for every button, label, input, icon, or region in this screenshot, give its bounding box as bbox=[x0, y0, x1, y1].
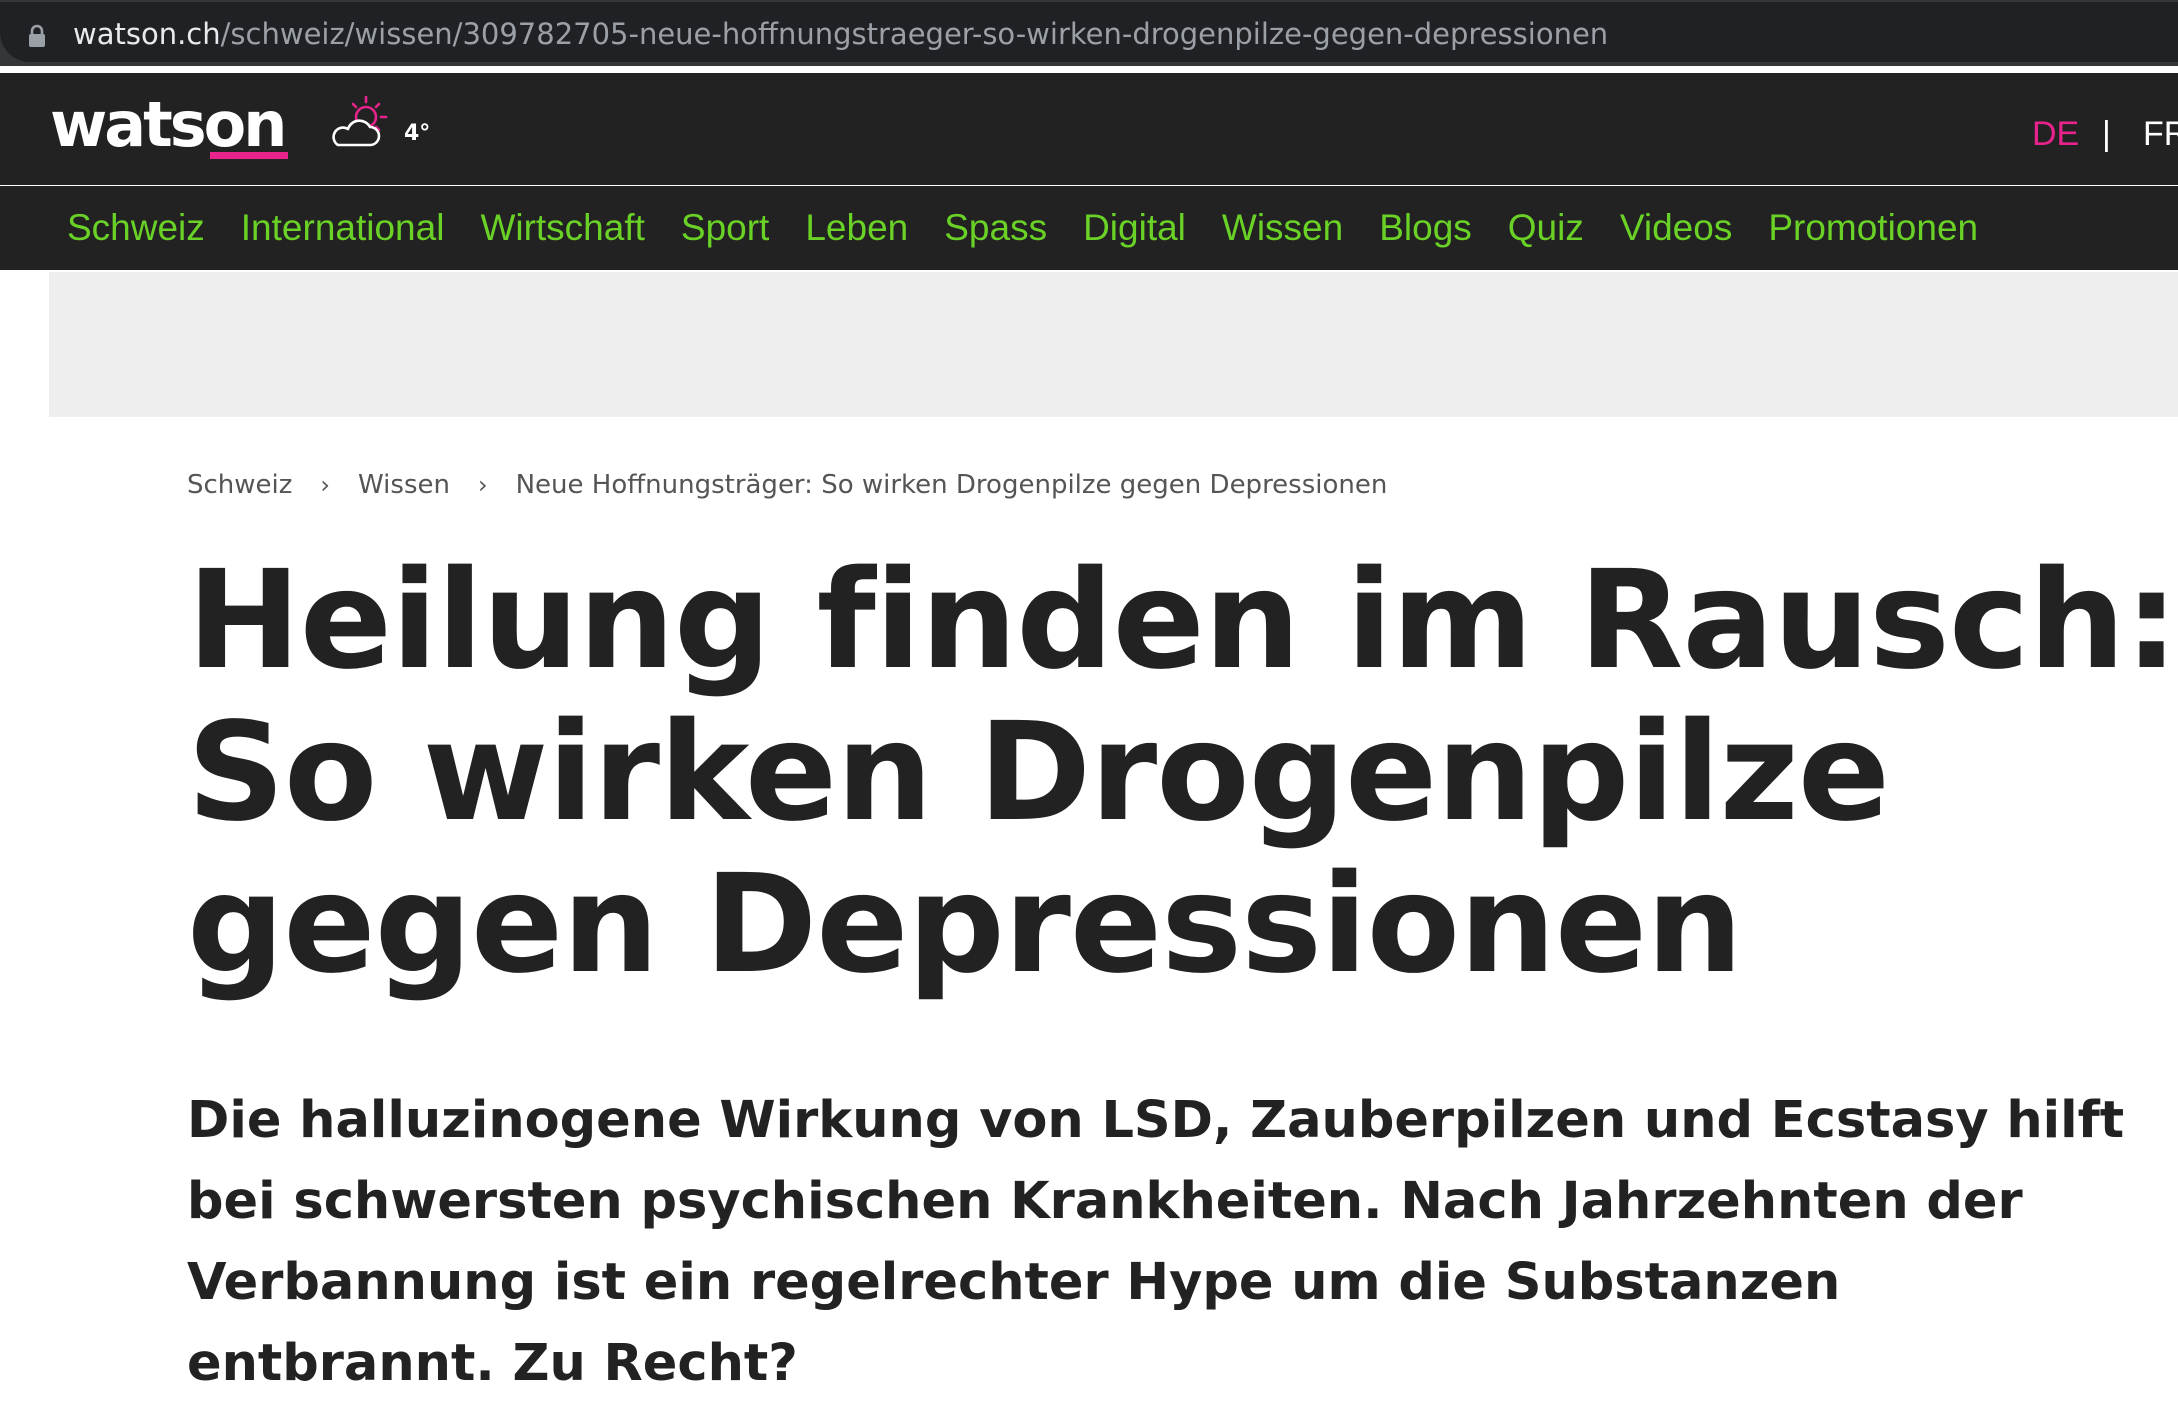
site-header: watson 4° DE | FR bbox=[0, 73, 2178, 185]
breadcrumb-separator: › bbox=[477, 471, 488, 499]
nav-item-blogs[interactable]: Blogs bbox=[1379, 206, 1472, 250]
language-separator: | bbox=[2102, 115, 2111, 153]
article-headline: Heilung finden im Rausch: So wirken Drog… bbox=[187, 542, 2178, 1004]
nav-item-promotionen[interactable]: Promotionen bbox=[1768, 206, 1978, 250]
language-de-link[interactable]: DE bbox=[2032, 115, 2079, 154]
article-lead: Die halluzinogene Wirkung von LSD, Zaube… bbox=[187, 1091, 2125, 1393]
browser-address-bar: watson.ch/schweiz/wissen/309782705-neue-… bbox=[0, 0, 2178, 66]
nav-item-schweiz[interactable]: Schweiz bbox=[67, 206, 205, 250]
nav-item-sport[interactable]: Sport bbox=[681, 206, 769, 250]
nav-item-wissen[interactable]: Wissen bbox=[1222, 206, 1343, 250]
breadcrumb: Schweiz › Wissen › Neue Hoffnungsträger:… bbox=[187, 470, 1387, 500]
nav-item-wirtschaft[interactable]: Wirtschaft bbox=[480, 206, 644, 250]
nav-list: Schweiz International Wirtschaft Sport L… bbox=[67, 206, 2014, 250]
breadcrumb-separator: › bbox=[320, 471, 331, 499]
nav-item-videos[interactable]: Videos bbox=[1620, 206, 1732, 250]
lock-icon[interactable] bbox=[27, 24, 47, 48]
breadcrumb-item-schweiz[interactable]: Schweiz bbox=[187, 470, 292, 500]
logo-underline bbox=[210, 152, 288, 159]
url-field[interactable]: watson.ch/schweiz/wissen/309782705-neue-… bbox=[0, 2, 2178, 62]
nav-item-spass[interactable]: Spass bbox=[944, 206, 1047, 250]
nav-item-digital[interactable]: Digital bbox=[1083, 206, 1186, 250]
url-domain: watson.ch bbox=[73, 17, 221, 51]
nav-item-international[interactable]: International bbox=[241, 206, 445, 250]
main-nav: Schweiz International Wirtschaft Sport L… bbox=[0, 186, 2178, 270]
nav-item-leben[interactable]: Leben bbox=[805, 206, 908, 250]
url-text[interactable]: watson.ch/schweiz/wissen/309782705-neue-… bbox=[73, 15, 1608, 53]
weather-temperature: 4° bbox=[404, 121, 431, 146]
watson-logo[interactable]: watson bbox=[50, 93, 287, 157]
url-path: /schweiz/wissen/309782705-neue-hoffnungs… bbox=[220, 17, 1609, 51]
ad-placeholder bbox=[49, 272, 2178, 417]
language-fr-link[interactable]: FR bbox=[2143, 115, 2178, 154]
breadcrumb-item-current: Neue Hoffnungsträger: So wirken Drogenpi… bbox=[515, 470, 1388, 500]
breadcrumb-item-wissen[interactable]: Wissen bbox=[358, 470, 450, 500]
nav-item-quiz[interactable]: Quiz bbox=[1508, 206, 1584, 250]
sun-cloud-icon[interactable] bbox=[326, 93, 396, 153]
